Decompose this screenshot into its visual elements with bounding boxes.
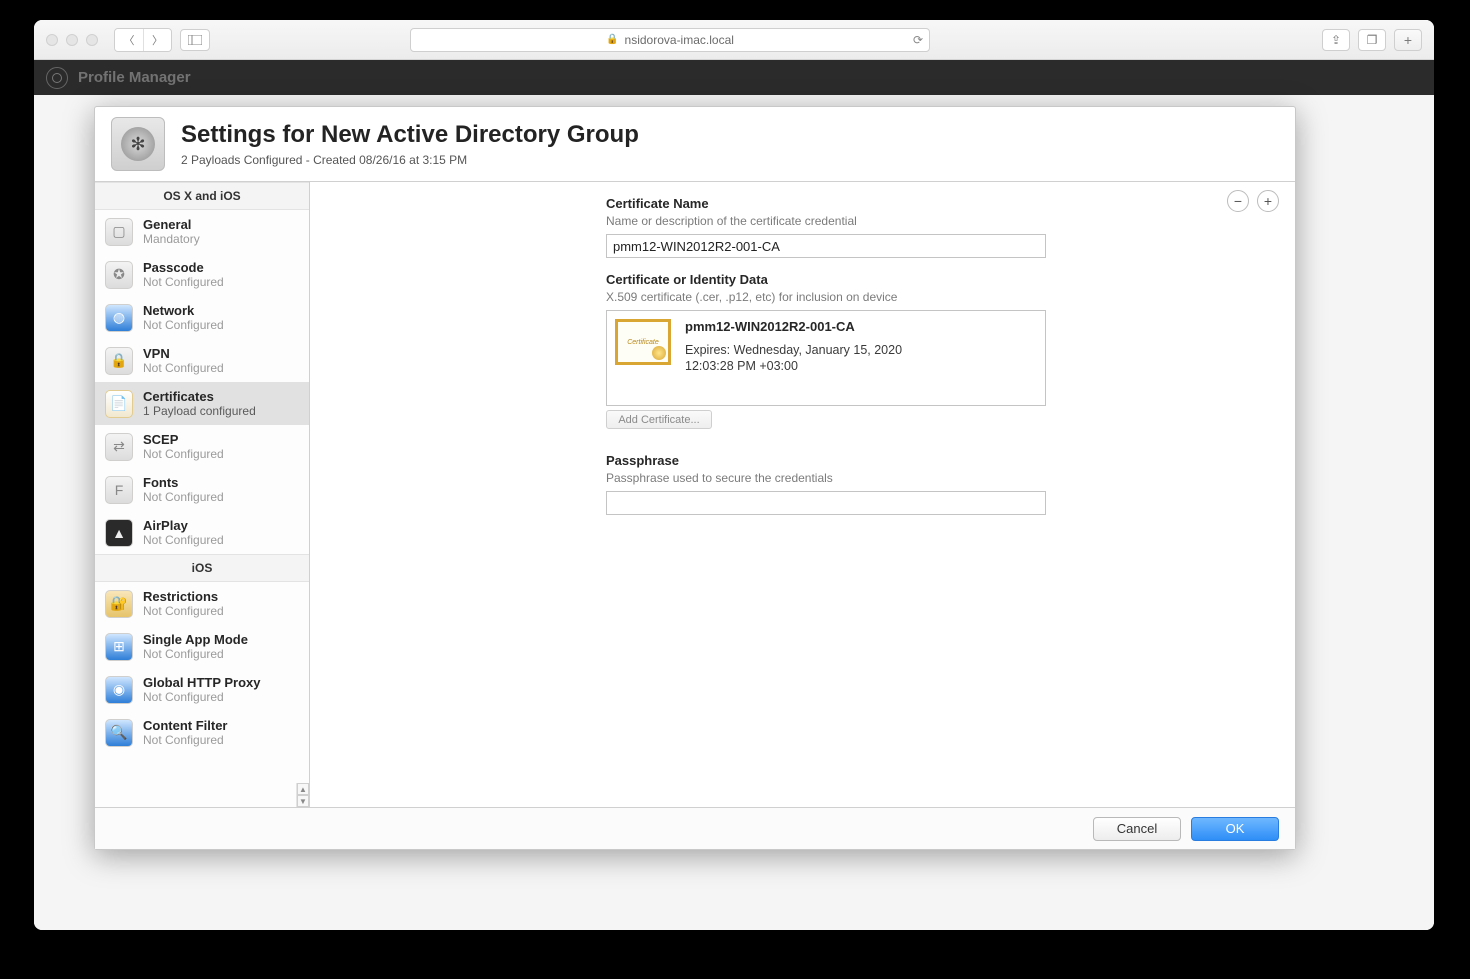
cert-preview-box[interactable]: Certificate pmm12-WIN2012R2-001-CA Expir… [606, 310, 1046, 406]
passphrase-group: Passphrase Passphrase used to secure the… [606, 453, 1046, 515]
share-button[interactable]: ⇪ [1322, 29, 1350, 51]
key-icon: ✪ [105, 261, 133, 289]
single-app-icon: ⊞ [105, 633, 133, 661]
cert-data-label: Certificate or Identity Data [606, 272, 1046, 287]
lock-icon: 🔒 [606, 34, 618, 45]
zoom-window-icon[interactable] [86, 34, 98, 46]
nav-buttons: 〈 〉 [114, 28, 172, 52]
cert-expiry-line1: Expires: Wednesday, January 15, 2020 [685, 342, 902, 358]
app-titlebar: Profile Manager [34, 60, 1434, 95]
sidebar-icon [188, 35, 202, 45]
settings-modal: Settings for New Active Directory Group … [94, 106, 1296, 850]
new-tab-button[interactable]: + [1394, 29, 1422, 51]
minimize-window-icon[interactable] [66, 34, 78, 46]
app-title: Profile Manager [78, 69, 191, 86]
reload-icon[interactable]: ⟳ [913, 33, 923, 47]
certificate-thumb-icon: Certificate [615, 319, 671, 365]
add-certificate-button[interactable]: Add Certificate... [606, 410, 712, 429]
passphrase-hint: Passphrase used to secure the credential… [606, 471, 1046, 485]
ok-button[interactable]: OK [1191, 817, 1279, 841]
cert-expiry-line2: 12:03:28 PM +03:00 [685, 358, 902, 374]
cancel-button[interactable]: Cancel [1093, 817, 1181, 841]
url-host: nsidorova-imac.local [625, 33, 734, 47]
cert-preview-name: pmm12-WIN2012R2-001-CA [685, 319, 902, 334]
fonts-icon: F [105, 476, 133, 504]
minus-icon: − [1234, 193, 1242, 209]
close-window-icon[interactable] [46, 34, 58, 46]
app-gear-icon [46, 67, 68, 89]
sidebar-item-airplay[interactable]: ▲ AirPlayNot Configured [95, 511, 309, 554]
certificate-icon: 📄 [105, 390, 133, 418]
sidebar-item-single-app[interactable]: ⊞ Single App ModeNot Configured [95, 625, 309, 668]
url-bar[interactable]: 🔒 nsidorova-imac.local ⟳ [410, 28, 930, 52]
sidebar-item-certificates[interactable]: 📄 Certificates1 Payload configured [95, 382, 309, 425]
sidebar-scroll-arrows[interactable]: ▲ ▼ [296, 783, 309, 807]
modal-title: Settings for New Active Directory Group [181, 121, 639, 149]
add-payload-button[interactable]: + [1257, 190, 1279, 212]
profile-gear-icon [111, 117, 165, 171]
sidebar-item-restrictions[interactable]: 🔐 RestrictionsNot Configured [95, 582, 309, 625]
airplay-icon: ▲ [105, 519, 133, 547]
window-controls [46, 34, 98, 46]
passphrase-input[interactable] [606, 491, 1046, 515]
browser-toolbar: 〈 〉 🔒 nsidorova-imac.local ⟳ ⇪ ❐ + [34, 20, 1434, 60]
forward-button[interactable]: 〉 [143, 29, 171, 51]
globe-icon: ◍ [105, 304, 133, 332]
modal-footer: Cancel OK [95, 807, 1295, 849]
scroll-down-icon[interactable]: ▼ [297, 795, 309, 807]
scep-icon: ⇄ [105, 433, 133, 461]
tabs-button[interactable]: ❐ [1358, 29, 1386, 51]
sidebar-toggle-button[interactable] [180, 29, 210, 51]
browser-window: 〈 〉 🔒 nsidorova-imac.local ⟳ ⇪ ❐ + Profi… [34, 20, 1434, 930]
sidebar-section-osx: OS X and iOS [95, 182, 309, 210]
proxy-icon: ◉ [105, 676, 133, 704]
passphrase-label: Passphrase [606, 453, 1046, 468]
restrictions-icon: 🔐 [105, 590, 133, 618]
cert-data-group: Certificate or Identity Data X.509 certi… [606, 272, 1046, 429]
sidebar-item-scep[interactable]: ⇄ SCEPNot Configured [95, 425, 309, 468]
sidebar-item-content-filter[interactable]: 🔍 Content FilterNot Configured [95, 711, 309, 754]
sidebar-section-ios: iOS [95, 554, 309, 582]
sidebar-item-vpn[interactable]: 🔒 VPNNot Configured [95, 339, 309, 382]
modal-subtitle: 2 Payloads Configured - Created 08/26/16… [181, 153, 639, 167]
payload-sidebar: OS X and iOS ▢ GeneralMandatory ✪ Passco… [95, 182, 310, 807]
cert-name-input[interactable] [606, 234, 1046, 258]
tabs-icon: ❐ [1367, 33, 1378, 47]
sidebar-item-general[interactable]: ▢ GeneralMandatory [95, 210, 309, 253]
plus-icon: + [1264, 193, 1272, 209]
sidebar-item-network[interactable]: ◍ NetworkNot Configured [95, 296, 309, 339]
cert-name-hint: Name or description of the certificate c… [606, 214, 1046, 228]
back-button[interactable]: 〈 [115, 29, 143, 51]
cert-name-group: Certificate Name Name or description of … [606, 196, 1046, 258]
share-icon: ⇪ [1331, 33, 1341, 47]
plus-icon: + [1404, 32, 1412, 48]
lock-icon: 🔒 [105, 347, 133, 375]
sidebar-item-passcode[interactable]: ✪ PasscodeNot Configured [95, 253, 309, 296]
cert-name-label: Certificate Name [606, 196, 1046, 211]
sidebar-item-http-proxy[interactable]: ◉ Global HTTP ProxyNot Configured [95, 668, 309, 711]
modal-header: Settings for New Active Directory Group … [95, 107, 1295, 182]
remove-payload-button[interactable]: − [1227, 190, 1249, 212]
general-icon: ▢ [105, 218, 133, 246]
sidebar-item-fonts[interactable]: F FontsNot Configured [95, 468, 309, 511]
cert-data-hint: X.509 certificate (.cer, .p12, etc) for … [606, 290, 1046, 304]
payload-content: − + Certificate Name Name or description… [310, 182, 1295, 807]
scroll-up-icon[interactable]: ▲ [297, 783, 309, 795]
filter-icon: 🔍 [105, 719, 133, 747]
